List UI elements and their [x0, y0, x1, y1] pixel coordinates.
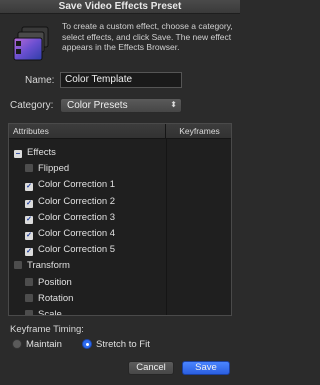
attribute-row[interactable]: ✓ Color Correction 3: [25, 211, 115, 225]
checkbox-unchecked-icon[interactable]: [25, 310, 33, 315]
checkbox-checked-icon[interactable]: ✓: [25, 199, 33, 208]
checkbox-unchecked-icon[interactable]: [14, 261, 22, 270]
cancel-button[interactable]: Cancel: [128, 361, 174, 375]
attributes-header: Attributes: [9, 124, 166, 139]
updown-arrows-icon: ⬍: [170, 100, 177, 109]
attribute-row[interactable]: ✓ Color Correction 2: [25, 195, 115, 209]
attribute-row[interactable]: ✓ Color Correction 4: [25, 227, 115, 241]
radio-maintain[interactable]: Maintain: [12, 339, 62, 351]
attribute-label: Transform: [27, 260, 70, 272]
intro-text: To create a custom effect, choose a cate…: [62, 21, 233, 52]
attribute-row[interactable]: Flipped: [25, 162, 69, 176]
checkbox-unchecked-icon[interactable]: [25, 164, 33, 173]
checkbox-unchecked-icon[interactable]: [25, 277, 33, 286]
checkbox-checked-icon[interactable]: ✓: [25, 248, 33, 257]
attribute-label: Scale: [38, 309, 62, 316]
radio-off-icon: [12, 339, 22, 349]
attribute-label: Position: [38, 276, 72, 288]
save-button[interactable]: Save: [182, 361, 230, 375]
attribute-label: Color Correction 1: [38, 179, 116, 191]
keyframes-header: Keyframes: [166, 124, 231, 139]
radio-maintain-label: Maintain: [26, 339, 62, 350]
attribute-row[interactable]: Transform: [14, 259, 70, 273]
attribute-row[interactable]: Rotation: [25, 292, 73, 306]
radio-on-icon: [82, 339, 92, 349]
name-input[interactable]: Color Template: [60, 72, 182, 88]
attribute-label: Effects: [27, 147, 56, 158]
category-value: Color Presets: [67, 100, 128, 111]
checkbox-checked-icon[interactable]: ✓: [25, 215, 33, 224]
attribute-row[interactable]: Scale: [25, 308, 62, 316]
category-select[interactable]: Color Presets ⬍: [60, 98, 182, 113]
attribute-label: Flipped: [38, 163, 70, 175]
attribute-label: Color Correction 3: [38, 211, 116, 223]
column-divider: [166, 139, 167, 315]
attribute-label: Color Correction 2: [38, 195, 116, 207]
attribute-row[interactable]: ✓ Color Correction 1: [25, 178, 115, 192]
window-title: Save Video Effects Preset: [0, 0, 240, 14]
checkbox-mixed-icon[interactable]: –: [14, 150, 22, 158]
checkbox-checked-icon[interactable]: ✓: [25, 183, 33, 192]
radio-stretch-to-fit[interactable]: Stretch to Fit: [82, 339, 150, 351]
attribute-label: Color Correction 5: [38, 244, 116, 256]
checkbox-unchecked-icon[interactable]: [25, 293, 33, 302]
category-label: Category:: [10, 100, 54, 111]
keyframe-timing-label: Keyframe Timing:: [10, 324, 84, 335]
attribute-row[interactable]: – Effects: [14, 146, 56, 160]
attributes-table: Attributes Keyframes – Effects Flipped ✓ Col…: [8, 123, 232, 316]
radio-stretch-label: Stretch to Fit: [96, 339, 150, 350]
attribute-label: Rotation: [38, 292, 74, 304]
attribute-row[interactable]: Position: [25, 276, 72, 290]
name-label: Name:: [25, 75, 55, 86]
checkbox-checked-icon[interactable]: ✓: [25, 232, 33, 240]
attribute-label: Color Correction 4: [38, 228, 116, 239]
effects-preset-icon: [13, 26, 49, 61]
attribute-row[interactable]: ✓ Color Correction 5: [25, 243, 115, 257]
